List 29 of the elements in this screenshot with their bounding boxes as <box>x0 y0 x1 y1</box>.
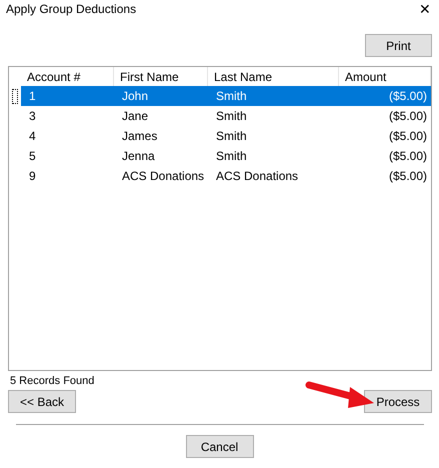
table-cell[interactable]: Smith <box>208 106 339 126</box>
close-button[interactable]: ✕ <box>419 1 431 17</box>
table-cell[interactable]: ($5.00) <box>339 86 431 106</box>
table-cell[interactable]: ($5.00) <box>339 146 431 166</box>
table-cell[interactable]: ($5.00) <box>339 126 431 146</box>
table-cell[interactable]: 3 <box>21 106 114 126</box>
back-button[interactable]: << Back <box>8 390 76 413</box>
table-cell[interactable]: 9 <box>21 166 114 186</box>
focus-indicator <box>12 88 18 104</box>
table-cell[interactable]: ($5.00) <box>339 166 431 186</box>
window-title: Apply Group Deductions <box>6 2 136 16</box>
cancel-button[interactable]: Cancel <box>186 435 254 458</box>
table-cell[interactable]: Smith <box>208 126 339 146</box>
table-cell[interactable]: 4 <box>21 126 114 146</box>
table-cell[interactable]: Smith <box>208 146 339 166</box>
arrow-icon <box>306 382 374 408</box>
records-count: 5 Records Found <box>10 375 96 387</box>
process-button[interactable]: Process <box>364 390 432 413</box>
table-cell[interactable]: Smith <box>208 86 339 106</box>
table-cell[interactable]: John <box>114 86 208 106</box>
print-button[interactable]: Print <box>365 34 432 57</box>
table-cell[interactable]: 1 <box>21 86 114 106</box>
table-cell[interactable]: ACS Donations <box>208 166 339 186</box>
table-cell[interactable]: ($5.00) <box>339 106 431 126</box>
table-cell[interactable]: 5 <box>21 146 114 166</box>
table-cell[interactable]: Jane <box>114 106 208 126</box>
table-cell[interactable]: ACS Donations <box>114 166 208 186</box>
table-cell[interactable]: Jenna <box>114 146 208 166</box>
table-cell[interactable]: James <box>114 126 208 146</box>
